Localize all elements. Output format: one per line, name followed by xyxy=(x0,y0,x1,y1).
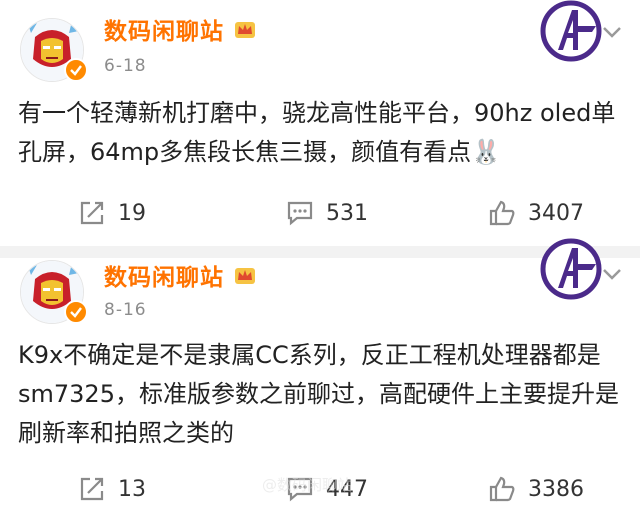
post-2: 数码闲聊站 8-16 K9x不确定是不是隶属CC系列，反正工程机处理器都是 sm… xyxy=(0,238,640,502)
author-name[interactable]: 数码闲聊站 xyxy=(104,258,224,292)
avengers-badge-icon[interactable] xyxy=(540,238,602,300)
like-count: 3407 xyxy=(528,200,584,226)
repost-icon xyxy=(80,477,104,501)
repost-count: 13 xyxy=(118,476,146,502)
thumbs-up-icon xyxy=(489,476,515,502)
verified-icon xyxy=(64,58,88,82)
watermark: @数码闲聊站 xyxy=(262,476,353,494)
comment-icon xyxy=(287,201,313,226)
post-1: 数码闲聊站 6-18 有一个轻薄新机打磨中，骁龙高性能平台，90hz oled单… xyxy=(0,0,640,246)
repost-button[interactable]: 19 xyxy=(78,196,146,230)
repost-button[interactable]: 13 xyxy=(78,472,146,506)
author-name[interactable]: 数码闲聊站 xyxy=(104,12,224,46)
like-count: 3386 xyxy=(528,476,584,502)
thumbs-up-icon xyxy=(489,200,515,226)
post-date: 8-16 xyxy=(104,300,147,320)
comment-count: 531 xyxy=(326,200,368,226)
like-button[interactable]: 3386 xyxy=(488,472,584,506)
repost-icon xyxy=(80,201,104,225)
post-text-line: K9x不确定是不是隶属CC系列，反正工程机处理器都是 xyxy=(18,341,601,369)
post-text: K9x不确定是不是隶属CC系列，反正工程机处理器都是 sm7325，标准版参数之… xyxy=(18,336,622,453)
post-text-line: 有一个轻薄新机打磨中，骁龙高性能平台，90hz oled单 xyxy=(18,99,616,127)
chevron-down-icon[interactable] xyxy=(602,268,622,280)
like-button[interactable]: 3407 xyxy=(488,196,584,230)
crown-icon xyxy=(235,22,255,38)
post-date: 6-18 xyxy=(104,56,147,76)
crown-icon xyxy=(235,268,255,284)
chevron-down-icon[interactable] xyxy=(602,26,622,38)
post-text-line: sm7325，标准版参数之前聊过，高配硬件上主要提升是 xyxy=(18,380,619,408)
post-text-line: 刷新率和拍照之类的 xyxy=(18,419,234,447)
avengers-badge-icon[interactable] xyxy=(540,0,602,62)
verified-icon xyxy=(64,300,88,324)
comment-button[interactable]: 531 xyxy=(286,196,368,230)
repost-count: 19 xyxy=(118,200,146,226)
post-text-line: 孔屏，64mp多焦段长焦三摄，颜值有看点🐰 xyxy=(18,138,502,166)
post-text: 有一个轻薄新机打磨中，骁龙高性能平台，90hz oled单 孔屏，64mp多焦段… xyxy=(18,94,622,172)
action-bar: 19 531 3407 xyxy=(0,196,640,230)
